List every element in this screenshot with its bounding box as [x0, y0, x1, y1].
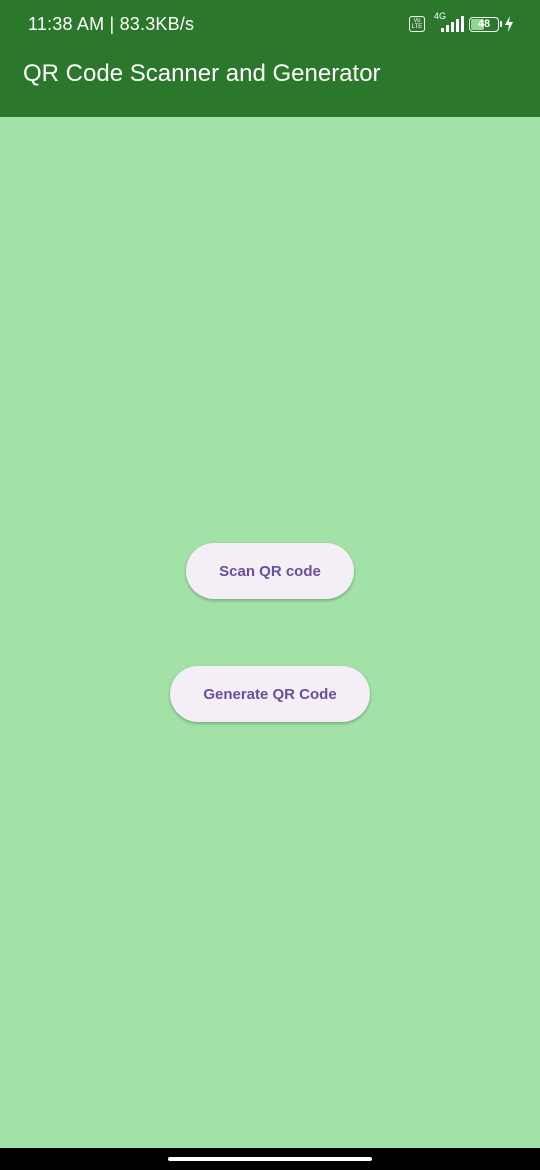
scan-qr-code-button[interactable]: Scan QR code	[186, 543, 354, 599]
status-bar: 11:38 AM | 83.3KB/s Vo LTE 4G 48	[0, 0, 540, 50]
home-indicator[interactable]	[168, 1157, 372, 1161]
navigation-bar	[0, 1148, 540, 1170]
status-icons: Vo LTE 4G 48	[409, 11, 514, 34]
volte-icon: Vo LTE	[409, 16, 425, 32]
charging-icon	[505, 16, 513, 32]
signal-icon: 4G	[430, 11, 464, 34]
battery-icon: 48	[469, 16, 502, 32]
app-header: 11:38 AM | 83.3KB/s Vo LTE 4G 48 QR Code…	[0, 0, 540, 117]
status-time-speed: 11:38 AM | 83.3KB/s	[28, 14, 195, 34]
app-title: QR Code Scanner and Generator	[23, 60, 381, 87]
generate-qr-code-button[interactable]: Generate QR Code	[170, 666, 370, 722]
battery-level: 48	[477, 17, 491, 30]
